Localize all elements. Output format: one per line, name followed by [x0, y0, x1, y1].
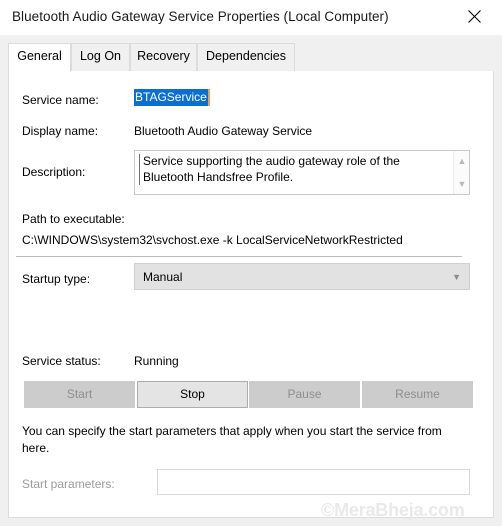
start-button[interactable]: Start — [24, 381, 135, 408]
description-textbox[interactable]: Service supporting the audio gateway rol… — [134, 150, 470, 195]
service-status-label: Service status: — [22, 354, 101, 368]
start-button-label: Start — [66, 387, 93, 401]
section-divider — [16, 256, 462, 257]
startup-type-dropdown[interactable]: Manual ▼ — [134, 263, 470, 290]
chevron-down-icon[interactable]: ▼ — [454, 177, 470, 191]
tab-dependencies-label: Dependencies — [206, 49, 286, 63]
tab-dependencies[interactable]: Dependencies — [197, 43, 295, 71]
startup-type-value: Manual — [143, 270, 183, 284]
watermark: ©MeraBheja.com — [321, 500, 465, 520]
close-icon — [468, 10, 481, 23]
title-bar: Bluetooth Audio Gateway Service Properti… — [0, 0, 502, 35]
close-button[interactable] — [459, 2, 496, 31]
stop-button-label: Stop — [180, 387, 205, 401]
tab-recovery-label: Recovery — [137, 49, 190, 63]
tab-general-label: General — [17, 49, 62, 63]
chevron-up-icon[interactable]: ▲ — [454, 154, 470, 168]
chevron-down-icon: ▼ — [452, 272, 461, 282]
path-to-executable-label: Path to executable: — [22, 212, 125, 226]
description-scrollbar[interactable]: ▲ ▼ — [453, 151, 469, 194]
path-to-executable-value: C:\WINDOWS\system32\svchost.exe -k Local… — [22, 233, 403, 247]
window-title: Bluetooth Audio Gateway Service Properti… — [12, 9, 389, 24]
resume-button[interactable]: Resume — [362, 381, 473, 408]
display-name-value: Bluetooth Audio Gateway Service — [134, 124, 313, 138]
tab-log-on[interactable]: Log On — [71, 43, 130, 71]
service-name-label: Service name: — [22, 93, 99, 107]
resume-button-label: Resume — [395, 387, 440, 401]
display-name-label: Display name: — [22, 124, 99, 138]
start-parameters-input[interactable] — [157, 469, 470, 495]
tab-strip: General Log On Recovery Dependencies — [0, 35, 502, 72]
service-status-value: Running — [134, 354, 179, 368]
tab-log-on-label: Log On — [79, 49, 121, 63]
tab-recovery[interactable]: Recovery — [130, 43, 197, 71]
tab-general[interactable]: General — [8, 43, 71, 72]
description-value: Service supporting the audio gateway rol… — [139, 154, 439, 185]
description-label: Description: — [22, 165, 86, 179]
pause-button[interactable]: Pause — [249, 381, 360, 408]
pause-button-label: Pause — [287, 387, 322, 401]
start-parameters-label: Start parameters: — [22, 477, 115, 491]
start-parameters-help-text: You can specify the start parameters tha… — [22, 424, 442, 455]
service-name-value[interactable]: BTAGService — [134, 89, 210, 106]
service-properties-dialog: Bluetooth Audio Gateway Service Properti… — [0, 0, 502, 526]
startup-type-label: Startup type: — [22, 272, 91, 286]
stop-button[interactable]: Stop — [137, 381, 248, 408]
